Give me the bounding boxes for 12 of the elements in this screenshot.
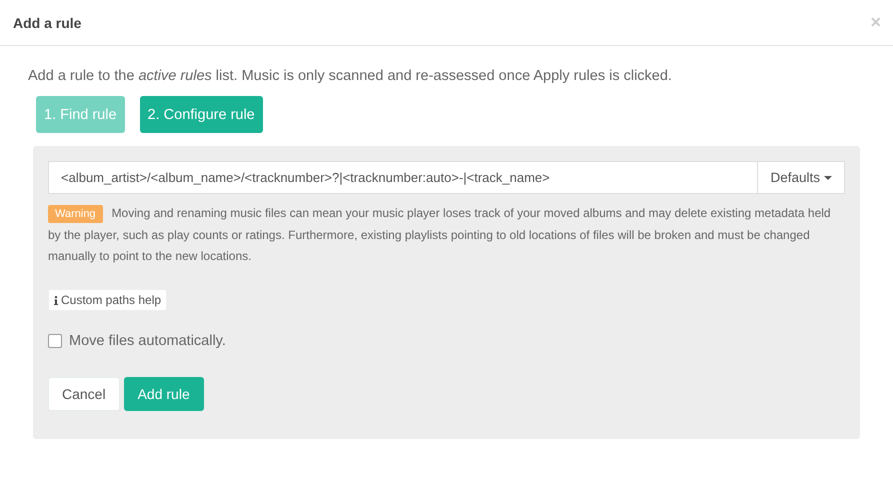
warning-label: Warning <box>48 205 103 223</box>
cancel-button[interactable]: Cancel <box>48 377 120 411</box>
info-icon <box>54 296 58 304</box>
caret-icon <box>824 176 832 180</box>
dialog-title: Add a rule <box>13 14 82 30</box>
move-files-checkbox[interactable] <box>48 334 62 348</box>
defaults-dropdown[interactable]: Defaults <box>758 161 845 194</box>
warning-text: Warning Moving and renaming music files can mean your music player loses track of your moved albums and may delete existing metadata held by the player, such as play counts or ratings. Furthermore, existing playlists pointing to old locations of files will be broken and must be changed manually to point to the new locations. <box>48 204 832 265</box>
checkbox-label: Move files automatically. <box>69 333 226 349</box>
intro-text: Add a rule to the active rules list. Music is only scanned and re-assessed once Apply rules is clicked. <box>28 68 673 84</box>
path-input-field[interactable]: <album_artist>/<album_name>/<tracknumber>?|<tracknumber:auto>-|<track_name> <box>48 161 758 194</box>
help-button[interactable]: Custom paths help <box>48 289 168 311</box>
